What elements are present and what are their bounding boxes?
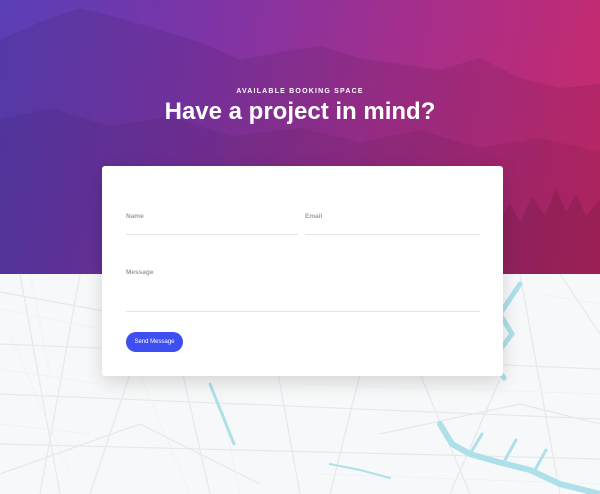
message-underline [126, 276, 480, 312]
name-underline [126, 220, 298, 235]
name-field: Name [126, 213, 298, 235]
message-label: Message [126, 269, 154, 276]
hero-eyebrow: AVAILABLE BOOKING SPACE [236, 88, 364, 95]
name-input[interactable] [126, 228, 298, 235]
email-underline [305, 220, 480, 235]
name-label: Name [126, 213, 144, 220]
email-field: Email [305, 213, 480, 235]
contact-form: Name Email Message Send Message [102, 166, 503, 376]
email-input[interactable] [305, 228, 480, 235]
message-field: Message [126, 269, 480, 312]
email-label: Email [305, 213, 323, 220]
message-input[interactable] [126, 276, 480, 290]
send-message-button[interactable]: Send Message [126, 332, 183, 352]
page-title: Have a project in mind? [164, 98, 436, 125]
